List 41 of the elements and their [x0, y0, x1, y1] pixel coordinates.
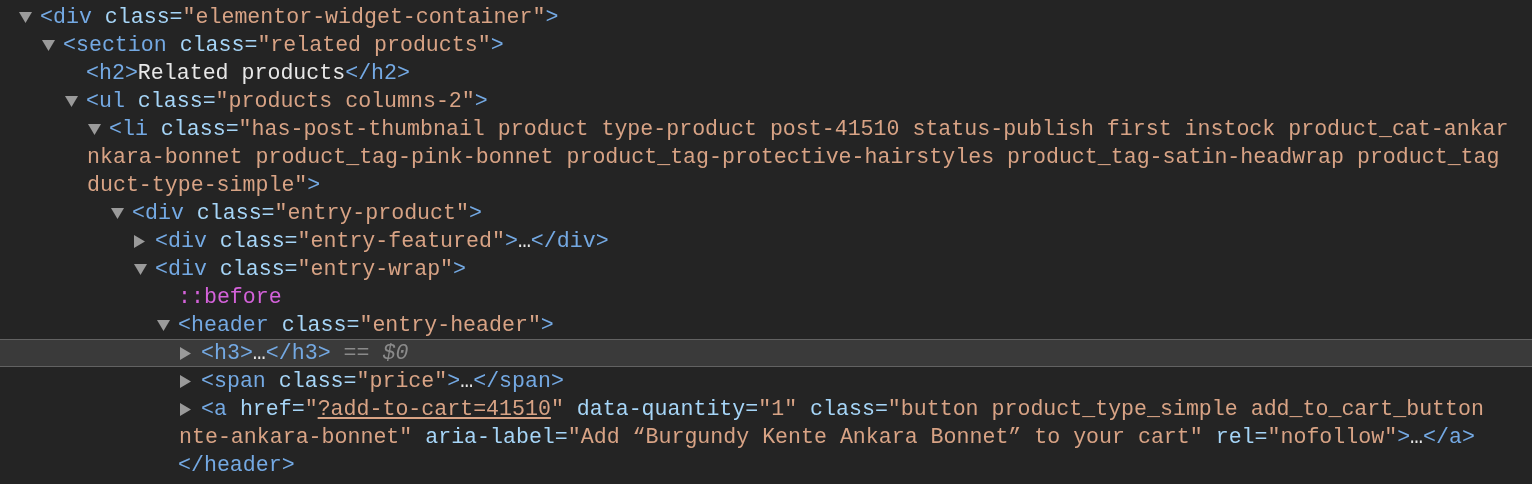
- tree-row[interactable]: <div class="entry-product">: [0, 199, 1532, 227]
- tree-row[interactable]: <h2>Related products</h2>: [0, 59, 1532, 87]
- collapsed-triangle-icon[interactable]: [180, 402, 191, 416]
- expanded-triangle-icon[interactable]: [111, 207, 124, 219]
- href-link[interactable]: ?add-to-cart=41510: [317, 396, 551, 421]
- code-line: <li class="has-post-thumbnail product type-product post-41510 status-publish first instock product_cat-ankar: [109, 115, 1509, 143]
- tree-row[interactable]: <div class="entry-wrap">: [0, 255, 1532, 283]
- code-line: <div class="entry-wrap">: [155, 255, 467, 283]
- code-line: <header class="entry-header">: [178, 311, 554, 339]
- code-line: <h3>…</h3> == $0: [201, 339, 409, 367]
- code-line: <ul class="products columns-2">: [86, 87, 488, 115]
- code-line: </header>: [178, 451, 295, 479]
- tree-row[interactable]: <h3>…</h3> == $0: [0, 339, 1532, 367]
- code-line: <h2>Related products</h2>: [86, 59, 410, 87]
- expanded-triangle-icon[interactable]: [42, 39, 55, 51]
- collapsed-triangle-icon[interactable]: [180, 346, 191, 360]
- tree-row[interactable]: <header class="entry-header">: [0, 311, 1532, 339]
- code-line: nte-ankara-bonnet" aria-label="Add “Burgundy Kente Ankara Bonnet” to your cart" rel="nofollow">…</a>: [179, 423, 1475, 451]
- collapsed-triangle-icon[interactable]: [134, 234, 145, 248]
- code-line: <div class="entry-product">: [132, 199, 482, 227]
- tree-row[interactable]: ::before: [0, 283, 1532, 311]
- code-line: <span class="price">…</span>: [201, 367, 564, 395]
- expanded-triangle-icon[interactable]: [88, 123, 101, 135]
- code-line: duct-type-simple">: [87, 171, 321, 199]
- tree-row[interactable]: <div class="elementor-widget-container">: [0, 3, 1532, 31]
- collapsed-triangle-icon[interactable]: [180, 374, 191, 388]
- tree-row[interactable]: <section class="related products">: [0, 31, 1532, 59]
- tree-row[interactable]: <div class="entry-featured">…</div>: [0, 227, 1532, 255]
- tree-row[interactable]: <ul class="products columns-2">: [0, 87, 1532, 115]
- expanded-triangle-icon[interactable]: [19, 11, 32, 23]
- expanded-triangle-icon[interactable]: [134, 263, 147, 275]
- code-line: ::before: [178, 283, 282, 311]
- tree-row[interactable]: <a href="?add-to-cart=41510" data-quantity="1" class="button product_type_simple add_to_cart_button nte-ankara-bonnet" aria-label="Add “Burgundy Kente Ankara Bonnet” to your cart" rel="nofollow">…</a>: [0, 395, 1532, 451]
- expanded-triangle-icon[interactable]: [65, 95, 78, 107]
- expanded-triangle-icon[interactable]: [157, 319, 170, 331]
- code-line: nkara-bonnet product_tag-pink-bonnet product_tag-protective-hairstyles product_tag-satin-headwrap product_tag: [87, 143, 1500, 171]
- code-line: <section class="related products">: [63, 31, 504, 59]
- code-line: <div class="elementor-widget-container">: [40, 3, 559, 31]
- tree-row[interactable]: <span class="price">…</span>: [0, 367, 1532, 395]
- code-line: <div class="entry-featured">…</div>: [155, 227, 609, 255]
- code-line: <a href="?add-to-cart=41510" data-quantity="1" class="button product_type_simple add_to_cart_button: [201, 395, 1484, 423]
